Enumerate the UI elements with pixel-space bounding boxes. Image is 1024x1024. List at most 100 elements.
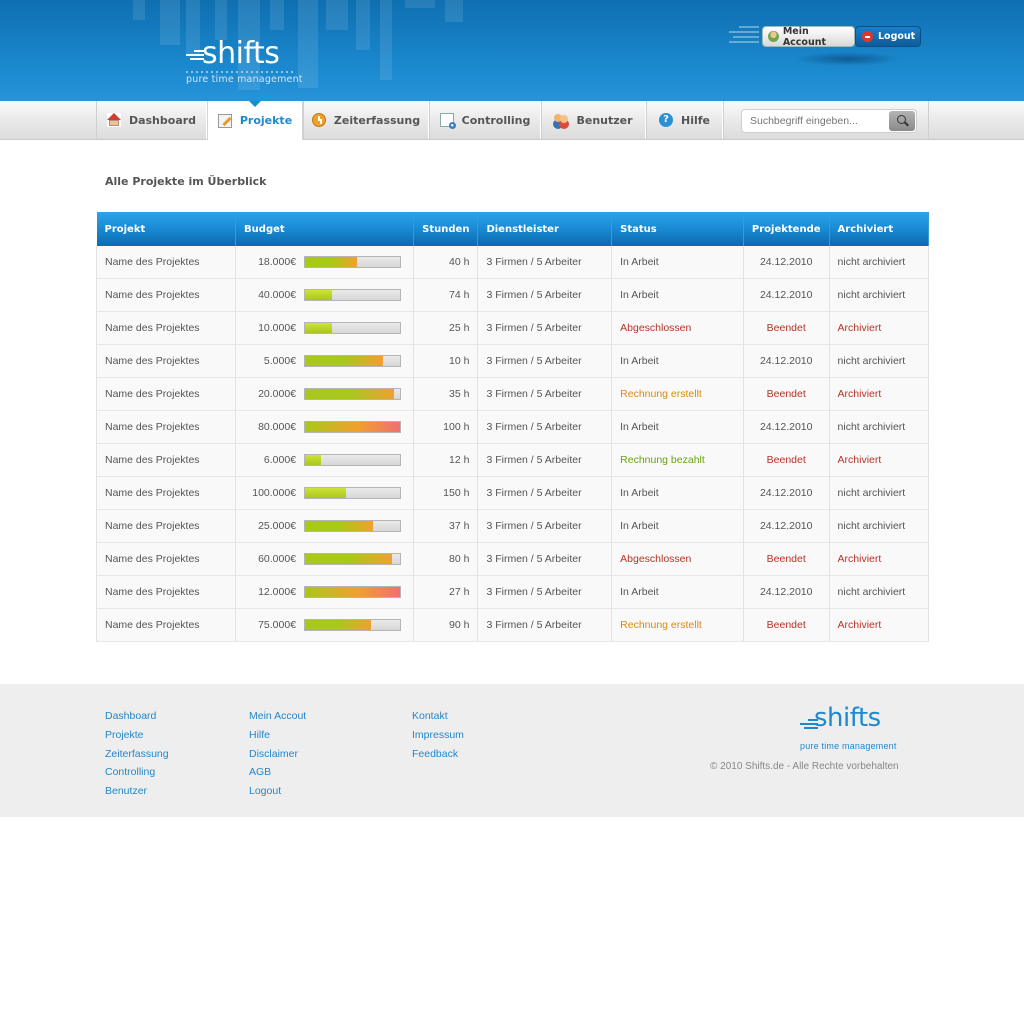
table-row[interactable]: Name des Projektes 20.000€ 35 h 3 Firmen… — [95, 377, 930, 411]
table-row[interactable]: Name des Projektes 80.000€ 100 h 3 Firme… — [95, 410, 930, 444]
tab-hilfe[interactable]: ? Hilfe — [646, 101, 723, 139]
header: shifts pure time management Mein Account… — [0, 0, 1024, 101]
logout-button[interactable]: Logout — [855, 26, 921, 47]
project-name[interactable]: Name des Projektes — [95, 509, 237, 543]
hours: 80 h — [413, 542, 479, 576]
footer-link-mein-accout[interactable]: Mein Accout — [249, 707, 306, 726]
archived-status: nicht archiviert — [829, 476, 930, 510]
tab-dashboard[interactable]: Dashboard — [96, 101, 207, 139]
table-row[interactable]: Name des Projektes 10.000€ 25 h 3 Firmen… — [95, 311, 930, 345]
budget-progress-fill — [305, 257, 358, 267]
footer-link-hilfe[interactable]: Hilfe — [249, 726, 306, 745]
provider: 3 Firmen / 5 Arbeiter — [477, 311, 613, 345]
budget-progress-fill — [305, 620, 371, 630]
project-name[interactable]: Name des Projektes — [95, 575, 237, 609]
logo[interactable]: shifts pure time management — [186, 36, 306, 92]
table-row[interactable]: Name des Projektes 5.000€ 10 h 3 Firmen … — [95, 344, 930, 378]
table-row[interactable]: Name des Projektes 12.000€ 27 h 3 Firmen… — [95, 575, 930, 609]
project-end: Beendet — [743, 377, 830, 411]
hours: 25 h — [413, 311, 479, 345]
logo-wordmark: shifts — [202, 36, 280, 71]
footer-link-benutzer[interactable]: Benutzer — [105, 782, 169, 801]
mein-account-label: Mein Account — [782, 25, 827, 48]
footer-link-logout[interactable]: Logout — [249, 782, 306, 801]
budget-value: 80.000€ — [258, 421, 297, 433]
table-row[interactable]: Name des Projektes 18.000€ 40 h 3 Firmen… — [95, 246, 930, 279]
footer-logo-wordmark: shifts — [814, 703, 881, 733]
table-row[interactable]: Name des Projektes 60.000€ 80 h 3 Firmen… — [95, 542, 930, 576]
provider: 3 Firmen / 5 Arbeiter — [477, 476, 613, 510]
project-name[interactable]: Name des Projektes — [95, 608, 237, 642]
column-header-status[interactable]: Status — [611, 212, 744, 246]
footer: Dashboard Projekte Zeiterfassung Controllin… — [0, 684, 1024, 817]
project-end: 24.12.2010 — [743, 246, 830, 279]
footer-link-zeiterfassung[interactable]: Zeiterfassung — [105, 745, 169, 764]
budget-progress-fill — [305, 521, 373, 531]
mein-account-button[interactable]: Mein Account — [762, 25, 855, 48]
footer-link-projekte[interactable]: Projekte — [105, 726, 169, 745]
edit-icon — [217, 113, 232, 128]
hours: 27 h — [413, 575, 479, 609]
projects-table: Projekt Budget Stunden Dienstleister Sta… — [95, 212, 930, 642]
budget-cell: 75.000€ — [235, 608, 415, 642]
table-row[interactable]: Name des Projektes 100.000€ 150 h 3 Firm… — [95, 476, 930, 510]
footer-link-kontakt[interactable]: Kontakt — [412, 707, 464, 726]
archived-status: nicht archiviert — [829, 410, 930, 444]
hours: 150 h — [413, 476, 479, 510]
hours: 40 h — [413, 246, 479, 279]
logo-tagline: pure time management — [186, 74, 303, 85]
tab-label: Projekte — [239, 114, 293, 127]
tab-zeiterfassung[interactable]: Zeiterfassung — [303, 101, 429, 139]
project-name[interactable]: Name des Projektes — [95, 246, 237, 279]
table-row[interactable]: Name des Projektes 6.000€ 12 h 3 Firmen … — [95, 443, 930, 477]
column-header-budget[interactable]: Budget — [235, 212, 415, 246]
column-header-projekt[interactable]: Projekt — [96, 212, 237, 246]
budget-cell: 40.000€ — [235, 278, 415, 312]
table-row[interactable]: Name des Projektes 25.000€ 37 h 3 Firmen… — [95, 509, 930, 543]
tab-label: Controlling — [461, 113, 531, 127]
project-name[interactable]: Name des Projektes — [95, 476, 237, 510]
column-header-archiviert[interactable]: Archiviert — [829, 212, 930, 246]
budget-progress-fill — [305, 554, 392, 564]
footer-link-disclaimer[interactable]: Disclaimer — [249, 745, 306, 764]
status: Abgeschlossen — [611, 311, 744, 345]
hours: 12 h — [413, 443, 479, 477]
footer-link-feedback[interactable]: Feedback — [412, 745, 464, 764]
project-end: Beendet — [743, 443, 830, 477]
magnifier-icon[interactable] — [889, 111, 915, 131]
footer-link-controlling[interactable]: Controlling — [105, 763, 169, 782]
project-name[interactable]: Name des Projektes — [95, 311, 237, 345]
column-header-projektende[interactable]: Projektende — [743, 212, 830, 246]
tab-label: Dashboard — [128, 113, 197, 127]
budget-cell: 6.000€ — [235, 443, 415, 477]
provider: 3 Firmen / 5 Arbeiter — [477, 377, 613, 411]
tab-projekte[interactable]: Projekte — [207, 101, 303, 140]
budget-progress-bar — [304, 322, 402, 334]
status: In Arbeit — [611, 410, 744, 444]
archived-status: nicht archiviert — [829, 278, 930, 312]
project-name[interactable]: Name des Projektes — [95, 410, 237, 444]
logout-icon — [862, 31, 873, 42]
archived-status: nicht archiviert — [829, 509, 930, 543]
project-name[interactable]: Name des Projektes — [95, 344, 237, 378]
budget-progress-fill — [305, 356, 384, 366]
column-header-dienstleister[interactable]: Dienstleister — [477, 212, 613, 246]
project-name[interactable]: Name des Projektes — [95, 542, 237, 576]
budget-value: 5.000€ — [263, 355, 297, 367]
table-row[interactable]: Name des Projektes 40.000€ 74 h 3 Firmen… — [95, 278, 930, 312]
table-row[interactable]: Name des Projektes 75.000€ 90 h 3 Firmen… — [95, 608, 930, 642]
project-name[interactable]: Name des Projektes — [95, 278, 237, 312]
footer-link-dashboard[interactable]: Dashboard — [105, 707, 169, 726]
tab-label: Zeiterfassung — [333, 113, 421, 127]
footer-links-col-3: Kontakt Impressum Feedback — [412, 707, 464, 763]
status: Rechnung erstellt — [611, 608, 744, 642]
footer-link-agb[interactable]: AGB — [249, 763, 306, 782]
archived-status: Archiviert — [829, 443, 930, 477]
tab-controlling[interactable]: Controlling — [429, 101, 541, 139]
footer-logo[interactable]: shifts pure time management — [800, 703, 910, 751]
column-header-stunden[interactable]: Stunden — [413, 212, 479, 246]
tab-benutzer[interactable]: Benutzer — [541, 101, 646, 139]
footer-link-impressum[interactable]: Impressum — [412, 726, 464, 745]
project-name[interactable]: Name des Projektes — [95, 377, 237, 411]
project-name[interactable]: Name des Projektes — [95, 443, 237, 477]
